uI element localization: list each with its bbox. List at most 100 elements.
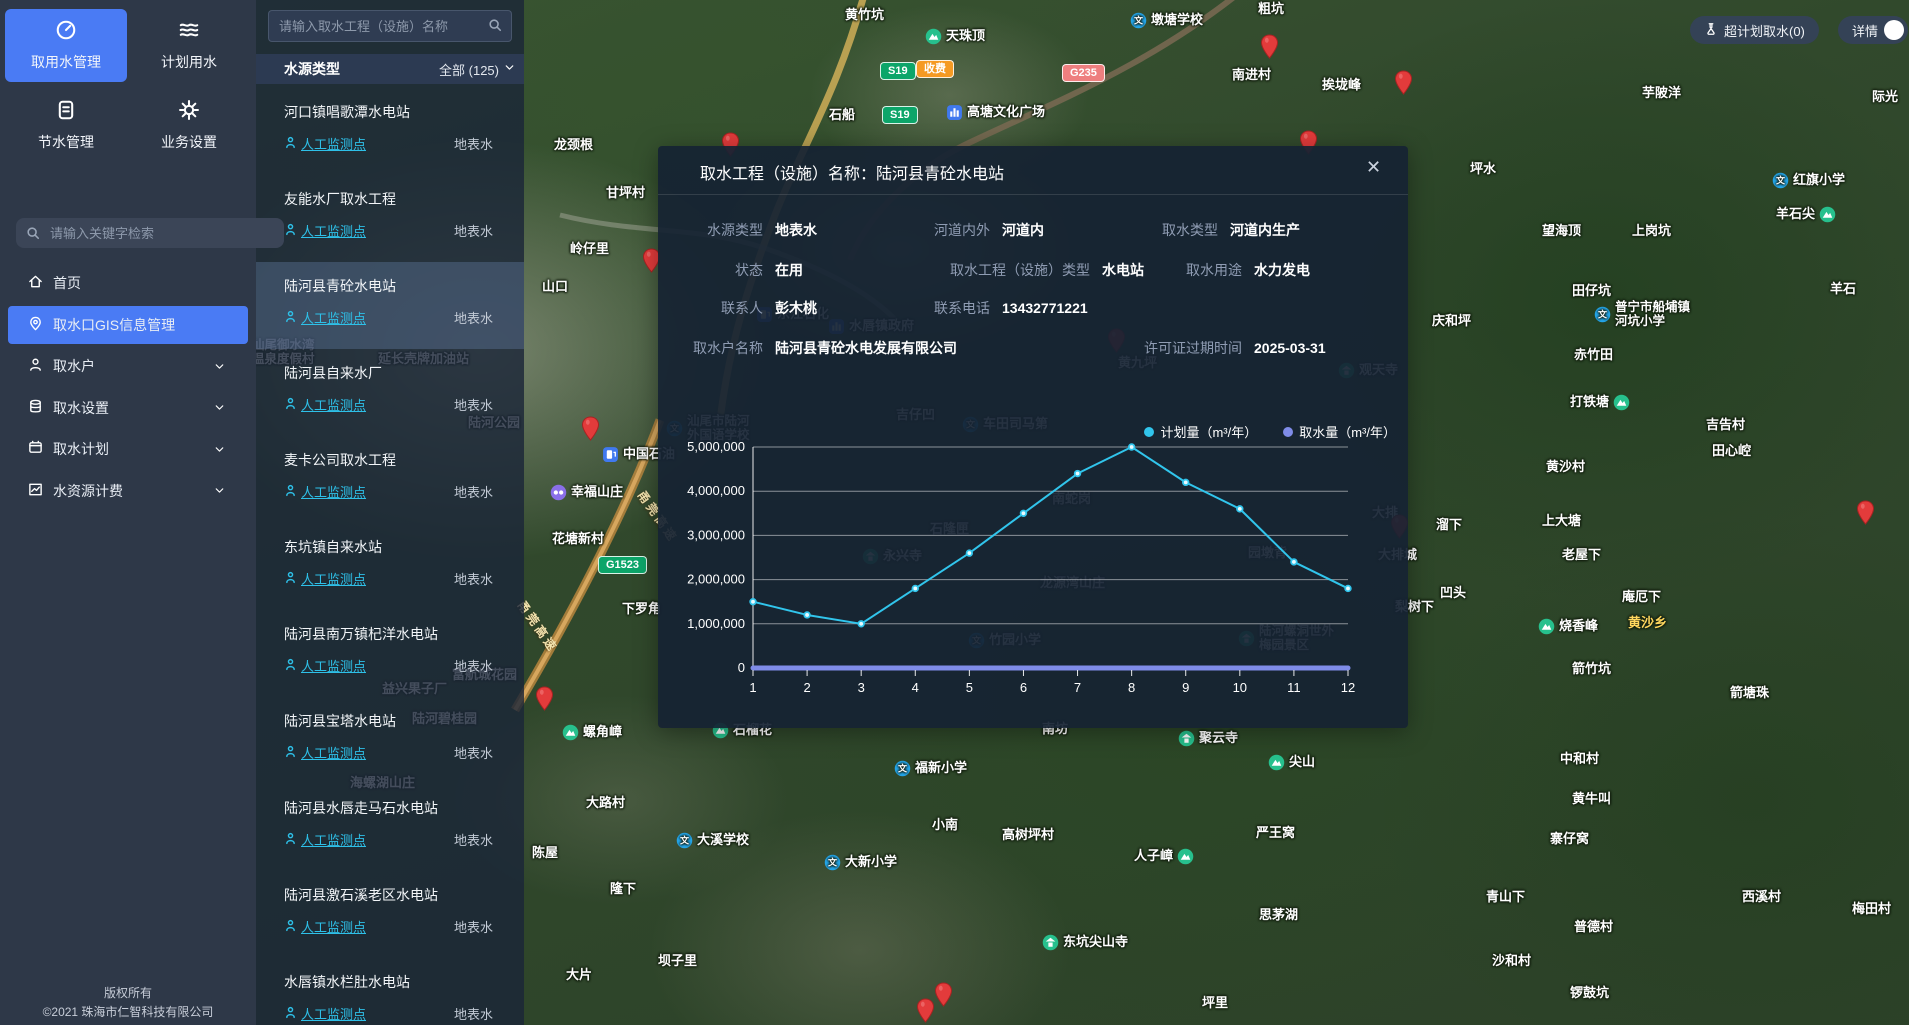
list-item[interactable]: 河口镇唱歌潭水电站人工监测点地表水 <box>256 88 524 175</box>
map-label-text: 赤竹田 <box>1574 348 1613 363</box>
person-icon <box>284 484 297 500</box>
map-pin-icon[interactable] <box>535 686 554 716</box>
person-icon <box>284 397 297 413</box>
detail-toggle-pill[interactable]: 详情 <box>1838 16 1908 44</box>
source-type-filter[interactable]: 全部 (125) <box>439 60 516 79</box>
water-type: 地表水 <box>454 482 493 501</box>
map-label: 羊石 <box>1830 282 1856 297</box>
legend-item[interactable]: 计划量（m³/年） <box>1144 422 1257 441</box>
list-item[interactable]: 陆河县南万镇杞洋水电站人工监测点地表水 <box>256 610 524 697</box>
app-module-2[interactable]: 计划用水 <box>128 9 250 82</box>
keyword-search-input[interactable] <box>16 218 284 248</box>
map-pin-icon[interactable] <box>1394 70 1413 100</box>
map-label-text: 大溪学校 <box>697 833 749 848</box>
map-pin-icon[interactable] <box>581 416 600 446</box>
search-icon[interactable] <box>488 18 502 37</box>
map-label: 聚云寺 <box>1178 730 1238 747</box>
map-label-text: 羊石 <box>1830 282 1856 297</box>
school-marker-icon: 文 <box>1130 12 1147 29</box>
svg-text:8: 8 <box>1128 680 1135 695</box>
over-plan-pill[interactable]: 超计划取水(0) <box>1690 16 1819 44</box>
svg-text:3: 3 <box>858 680 865 695</box>
field-value-r2c1: 在用 <box>775 260 803 280</box>
map-label-text: 中和村 <box>1560 752 1599 767</box>
map-pin-icon[interactable] <box>916 998 935 1025</box>
map-label-text: 黄竹坑 <box>845 8 884 23</box>
monitor-type-link[interactable]: 人工监测点 <box>284 395 366 414</box>
monitor-type-link[interactable]: 人工监测点 <box>284 830 366 849</box>
map-pin-icon[interactable] <box>1260 34 1279 64</box>
monitor-type-link[interactable]: 人工监测点 <box>284 656 366 675</box>
search-icon <box>26 226 40 245</box>
toggle-knob[interactable] <box>1884 20 1904 40</box>
map-label: 芋陂洋 <box>1642 86 1681 101</box>
monitor-type-link[interactable]: 人工监测点 <box>284 743 366 762</box>
svg-text:文: 文 <box>897 763 908 774</box>
list-item[interactable]: 麦卡公司取水工程人工监测点地表水 <box>256 436 524 523</box>
facility-search-input[interactable] <box>268 10 512 42</box>
monitor-type-link[interactable]: 人工监测点 <box>284 221 366 240</box>
sidebar-item-3[interactable]: 取水户 <box>8 347 248 385</box>
map-label: 文大溪学校 <box>676 832 749 849</box>
sidebar-item-2[interactable]: 取水口GIS信息管理 <box>8 306 248 344</box>
map-label: 望海顶 <box>1542 224 1581 239</box>
legend-label: 计划量（m³/年） <box>1160 422 1257 441</box>
map-label: 文墩塘学校 <box>1130 12 1203 29</box>
monitor-type-link[interactable]: 人工监测点 <box>284 134 366 153</box>
list-item[interactable]: 陆河县宝塔水电站人工监测点地表水 <box>256 697 524 784</box>
building-marker-icon <box>946 104 963 121</box>
monitor-type-link[interactable]: 人工监测点 <box>284 569 366 588</box>
list-item[interactable]: 陆河县水唇走马石水电站人工监测点地表水 <box>256 784 524 871</box>
sidebar-item-4[interactable]: 取水设置 <box>8 389 248 427</box>
sidebar-item-label: 取水户 <box>53 356 95 376</box>
monitor-type-link[interactable]: 人工监测点 <box>284 308 366 327</box>
list-item[interactable]: 东坑镇自来水站人工监测点地表水 <box>256 523 524 610</box>
facility-name: 陆河县青砼水电站 <box>284 276 524 296</box>
facility-name: 陆河县南万镇杞洋水电站 <box>284 624 524 644</box>
road-badge: S19 <box>882 106 918 124</box>
app-module-3[interactable]: 节水管理 <box>5 89 127 162</box>
db-icon <box>28 399 43 417</box>
list-item[interactable]: 水唇镇水栏肚水电站人工监测点地表水 <box>256 958 524 1025</box>
map-label-text: 庵厄下 <box>1622 590 1661 605</box>
mountain-marker-icon <box>1538 618 1555 635</box>
map-label: 庵厄下 <box>1622 590 1661 605</box>
facility-name: 东坑镇自来水站 <box>284 537 524 557</box>
map-label: 凹头 <box>1440 586 1466 601</box>
person-icon <box>284 136 297 152</box>
legend-item[interactable]: 取水量（m³/年） <box>1283 422 1396 441</box>
app-module-4[interactable]: 业务设置 <box>128 89 250 162</box>
field-label-r1c1: 水源类型 <box>563 220 763 240</box>
school-marker-icon: 文 <box>824 854 841 871</box>
sidebar-item-6[interactable]: 水资源计费 <box>8 472 248 510</box>
waves-icon <box>178 19 200 46</box>
source-type-label: 水源类型 <box>284 59 340 79</box>
svg-text:文: 文 <box>1597 309 1608 320</box>
list-item[interactable]: 陆河县青砼水电站人工监测点地表水 <box>256 262 524 349</box>
monitor-type-link[interactable]: 人工监测点 <box>284 917 366 936</box>
chevron-down-icon <box>213 360 226 373</box>
sidebar-item-5[interactable]: 取水计划 <box>8 430 248 468</box>
copyright-line2: ©2021 珠海市仁智科技有限公司 <box>0 1003 256 1020</box>
list-item[interactable]: 友能水厂取水工程人工监测点地表水 <box>256 175 524 262</box>
monitor-type-link[interactable]: 人工监测点 <box>284 482 366 501</box>
map-pin-icon[interactable] <box>1856 500 1875 530</box>
map-pin-icon[interactable] <box>934 982 953 1012</box>
map-label: 箭塘珠 <box>1730 686 1769 701</box>
map-label-text: 普宁市船埔镇河坑小学 <box>1615 300 1690 329</box>
gas-marker-icon <box>602 446 619 463</box>
svg-text:12: 12 <box>1341 680 1355 695</box>
school-marker-icon: 文 <box>1772 172 1789 189</box>
map-label: 庆和坪 <box>1432 314 1471 329</box>
map-label-text: 甘坪村 <box>606 186 645 201</box>
map-label-text: 寨仔窝 <box>1550 832 1589 847</box>
flask-icon <box>1704 22 1718 39</box>
mountain-marker-icon <box>1613 394 1630 411</box>
list-item[interactable]: 陆河县自来水厂人工监测点地表水 <box>256 349 524 436</box>
app-module-1[interactable]: 取用水管理 <box>5 9 127 82</box>
sidebar-item-1[interactable]: 首页 <box>8 264 248 302</box>
map-label-text: 吉告村 <box>1706 418 1745 433</box>
list-item[interactable]: 陆河县激石溪老区水电站人工监测点地表水 <box>256 871 524 958</box>
close-icon[interactable]: ✕ <box>1366 158 1381 176</box>
monitor-type-link[interactable]: 人工监测点 <box>284 1004 366 1023</box>
